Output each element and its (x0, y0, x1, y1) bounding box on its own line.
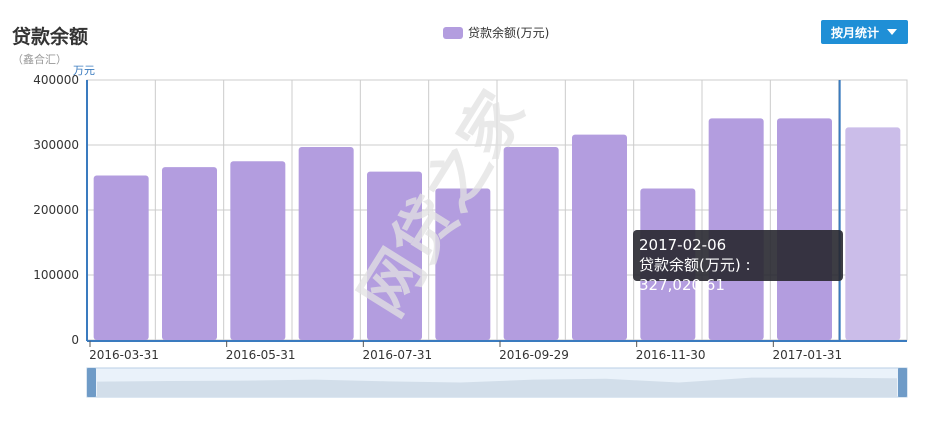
x-tick-label: 2017-01-31 (772, 348, 842, 362)
bar[interactable] (162, 167, 217, 340)
y-tick-label: 100000 (33, 268, 79, 282)
zoom-handle-right[interactable] (898, 368, 907, 397)
zoom-handle-left[interactable] (87, 368, 96, 397)
y-tick-label: 0 (71, 333, 79, 347)
tooltip-date: 2017-02-06 (639, 236, 727, 254)
y-tick-label: 400000 (33, 73, 79, 87)
bar[interactable] (93, 175, 149, 340)
y-tick-label: 200000 (33, 203, 79, 217)
x-tick-label: 2016-09-29 (499, 348, 569, 362)
x-tick-label: 2016-11-30 (636, 348, 706, 362)
x-tick-label: 2016-03-31 (89, 348, 159, 362)
bar[interactable] (503, 146, 559, 340)
bar[interactable] (845, 127, 901, 340)
chart-tooltip: 2017-02-06 贷款余额(万元) : 327,020.61 (633, 230, 843, 294)
bar[interactable] (230, 161, 286, 340)
x-tick-label: 2016-07-31 (362, 348, 432, 362)
y-tick-label: 300000 (33, 138, 79, 152)
x-tick-label: 2016-05-31 (226, 348, 296, 362)
tooltip-value: 贷款余额(万元) : 327,020.61 (639, 256, 751, 294)
bar-chart: 0 100000 200000 300000 400000 2016-03-31 2016-… (33, 73, 908, 398)
bar[interactable] (572, 134, 627, 340)
bar[interactable] (298, 146, 354, 340)
